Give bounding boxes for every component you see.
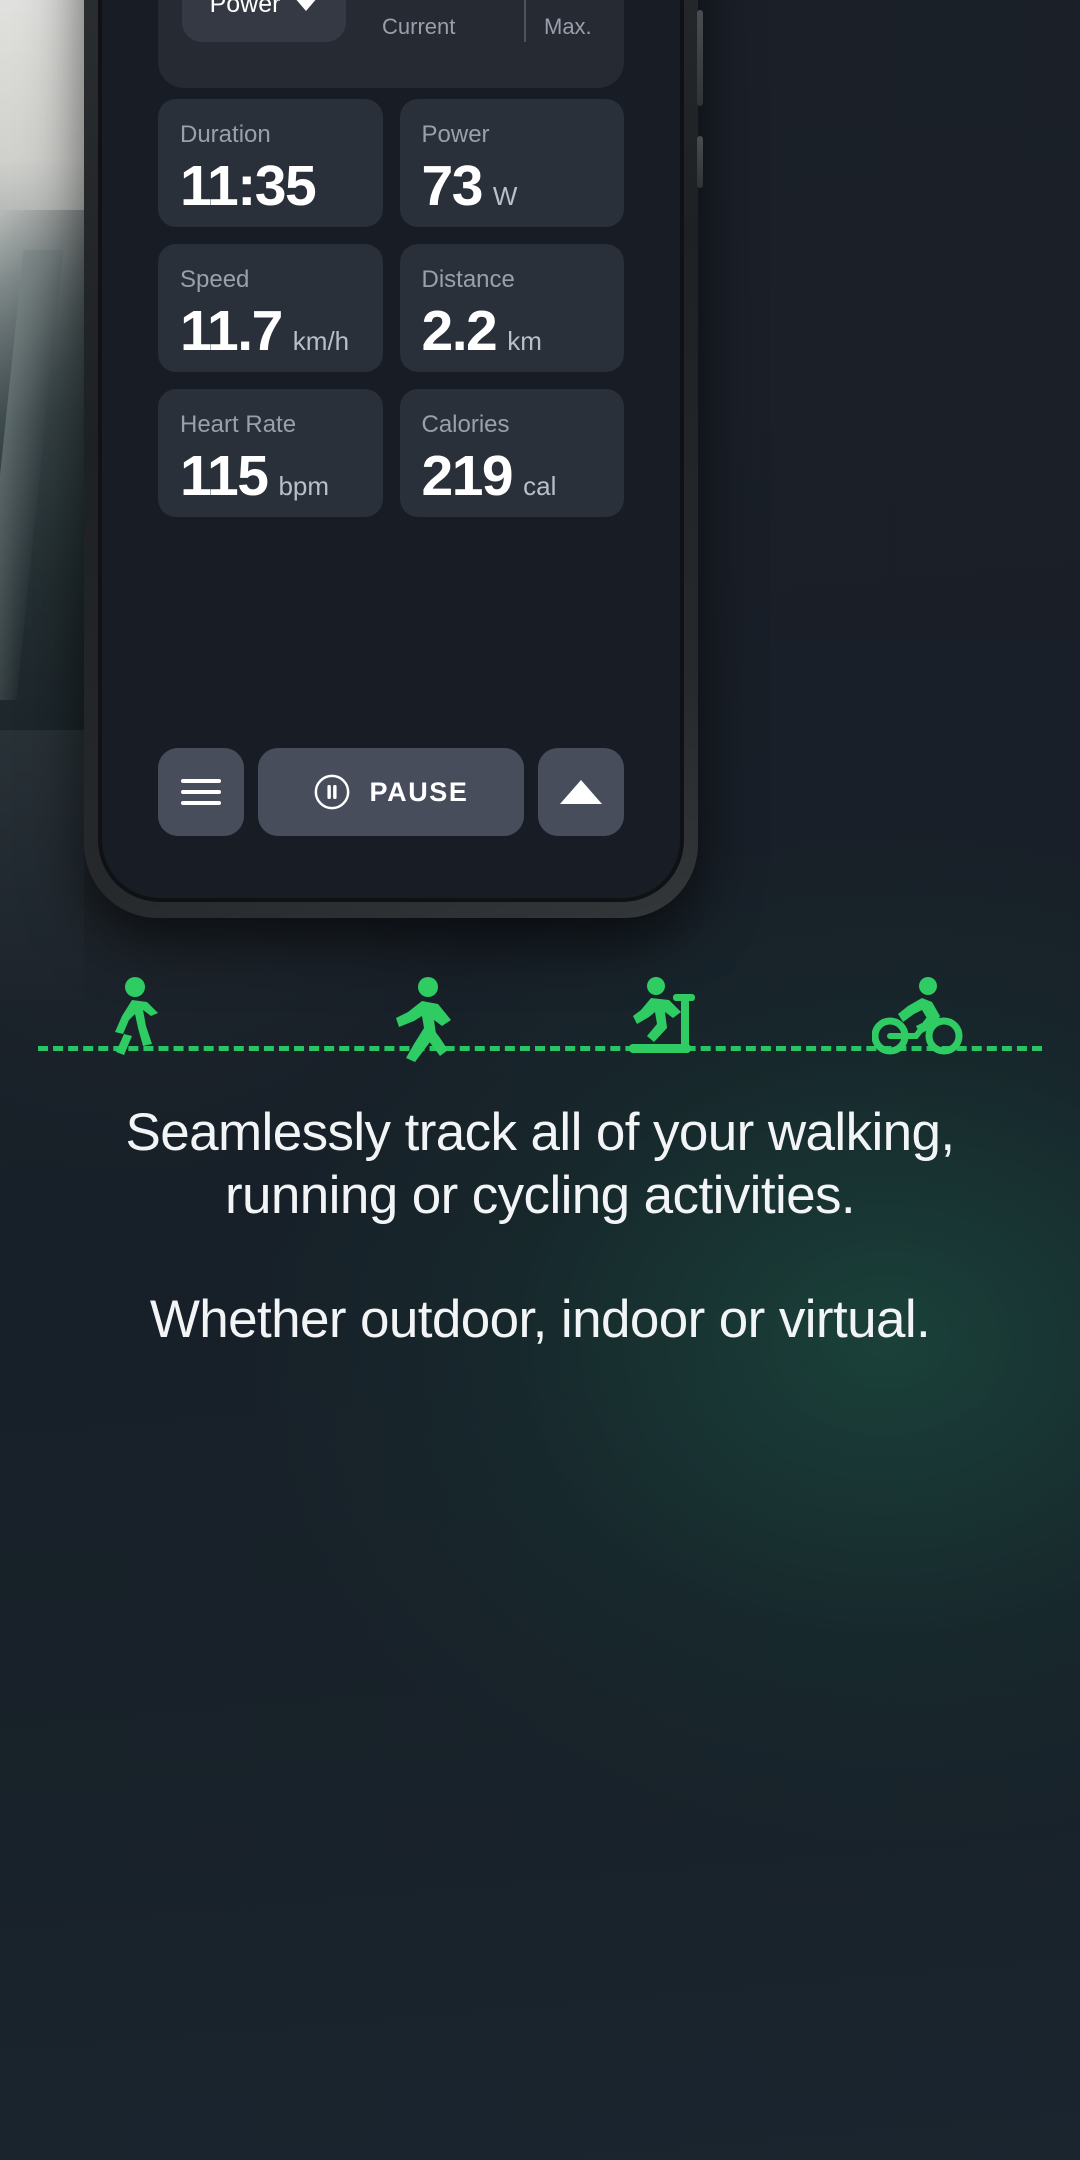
hamburger-menu-icon: [181, 779, 221, 805]
metric-value: 219: [421, 444, 514, 508]
readout-divider: [524, 0, 526, 42]
readout-current-value: 73: [382, 0, 426, 7]
cycling-icon: [871, 976, 964, 1065]
metric-label: Distance: [421, 266, 515, 293]
pause-button-label: PAUSE: [369, 776, 469, 807]
marketing-paragraph-2: Whether outdoor, indoor or virtual.: [149, 1290, 931, 1350]
readout-max-unit: W: [618, 0, 624, 3]
readout-max: 155 W Max.: [544, 0, 624, 40]
metric-grid: Duration 11:35 Power 73 W Speed 11.7 km/…: [158, 99, 624, 517]
metric-value: 11.7: [180, 299, 283, 363]
pause-circle-icon: [315, 774, 350, 810]
metric-value: 11:35: [180, 154, 317, 218]
running-icon: [384, 976, 456, 1073]
chart-card: 100 50 0 00:00: [158, 0, 624, 88]
walking-icon: [102, 976, 164, 1073]
metric-card-distance[interactable]: Distance 2.2 km: [399, 244, 624, 372]
app-screen: 100 50 0 00:00: [102, 0, 680, 898]
marketing-paragraph-1: Seamlessly track all of your walking, ru…: [125, 1103, 955, 1225]
metric-unit: km/h: [292, 326, 350, 356]
expand-button[interactable]: [538, 748, 624, 836]
readout-max-caption: Max.: [544, 14, 592, 39]
metric-label: Speed: [180, 266, 250, 293]
control-bar: PAUSE: [158, 748, 624, 836]
metric-card-heart-rate[interactable]: Heart Rate 115 bpm: [158, 389, 383, 517]
marketing-copy: Seamlessly track all of your walking, ru…: [60, 1102, 1020, 1352]
chevron-down-icon: [294, 0, 319, 11]
phone-bezel: 100 50 0 00:00: [98, 0, 684, 902]
activity-icon-strip: [0, 977, 1080, 1100]
readout-current-unit: W: [435, 0, 456, 3]
metric-selector-dropdown[interactable]: Power: [182, 0, 346, 42]
metric-unit: cal: [523, 471, 557, 501]
metric-label: Heart Rate: [180, 411, 297, 438]
metric-unit: W: [492, 181, 518, 211]
metric-value: 115: [180, 444, 269, 508]
metric-card-power[interactable]: Power 73 W: [399, 99, 624, 227]
phone-volume-button: [697, 10, 703, 106]
phone-mockup: 100 50 0 00:00: [84, 0, 703, 918]
phone-power-button: [697, 136, 703, 188]
metric-card-duration[interactable]: Duration 11:35: [158, 99, 383, 227]
readout-current-caption: Current: [382, 14, 456, 39]
metric-selector-label: Power: [209, 0, 281, 18]
metric-label: Duration: [180, 121, 271, 148]
treadmill-icon: [623, 976, 701, 1073]
pause-button[interactable]: PAUSE: [258, 748, 524, 836]
metric-value: 73: [421, 154, 484, 218]
readout-current: 73 W Current: [382, 0, 455, 40]
chart-summary-row: Power 73 W Current 155: [182, 0, 624, 60]
metric-unit: bpm: [278, 471, 330, 501]
menu-button[interactable]: [158, 748, 244, 836]
metric-unit: km: [507, 326, 542, 356]
metric-value: 2.2: [421, 299, 498, 363]
readout-max-value: 155: [544, 0, 610, 7]
triangle-up-icon: [560, 780, 602, 804]
metric-label: Power: [421, 121, 490, 148]
metric-card-speed[interactable]: Speed 11.7 km/h: [158, 244, 383, 372]
metric-label: Calories: [421, 411, 510, 438]
metric-card-calories[interactable]: Calories 219 cal: [399, 389, 624, 517]
